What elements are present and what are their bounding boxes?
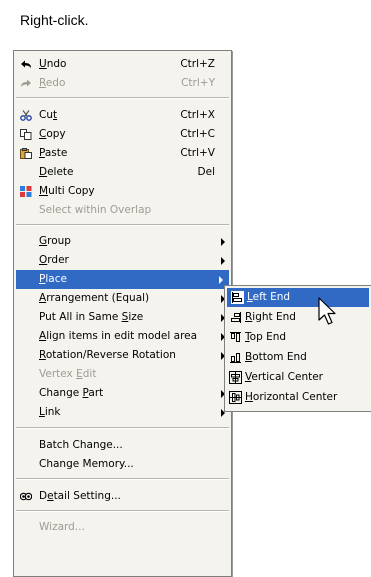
instruction-caption: Right-click. [20, 12, 89, 28]
right-end-icon [231, 312, 241, 323]
submenu-arrow-icon [221, 238, 225, 246]
undo-icon [21, 60, 31, 68]
shortcut-text: Ctrl+Z [180, 58, 215, 70]
horizontal-center-icon [229, 391, 242, 404]
menu-separator [16, 510, 229, 512]
scissors-icon [20, 110, 32, 121]
submenu-arrow-icon [221, 257, 225, 265]
menu-item-order[interactable]: Order [14, 251, 231, 270]
menu-item-copy[interactable]: Copy Ctrl+C [14, 125, 231, 144]
multi-copy-icon [20, 186, 32, 197]
menu-item-change-part[interactable]: Change Part [14, 384, 231, 403]
submenu-item-horizontal-center[interactable]: Horizontal Center [225, 388, 371, 407]
left-end-icon [231, 291, 244, 304]
submenu-item-vertical-center[interactable]: Vertical Center [225, 368, 371, 387]
menu-item-select-within-overlap[interactable]: Select within Overlap [14, 201, 231, 220]
menu-item-change-memory[interactable]: Change Memory... [14, 455, 231, 474]
menu-separator [16, 97, 229, 99]
menu-item-cut[interactable]: Cut Ctrl+X [14, 106, 231, 125]
copy-icon [20, 129, 32, 140]
redo-icon [21, 79, 31, 87]
detail-setting-icon [20, 492, 32, 501]
menu-item-link[interactable]: Link [14, 403, 231, 422]
menu-item-redo[interactable]: Redo Ctrl+Y [14, 74, 231, 93]
mouse-cursor-icon [318, 297, 336, 325]
menu-item-undo[interactable]: Undo Ctrl+Z [14, 55, 231, 74]
menu-item-align-items[interactable]: Align items in edit model area [14, 327, 231, 346]
menu-item-wizard[interactable]: Wizard... [14, 518, 231, 537]
menu-item-rotation[interactable]: Rotation/Reverse Rotation [14, 346, 231, 365]
shortcut-text: Ctrl+C [180, 128, 215, 140]
place-submenu: Left End Right End Top End Bottom End Ve… [224, 285, 371, 412]
menu-item-multi-copy[interactable]: Multi Copy [14, 182, 231, 201]
submenu-item-right-end[interactable]: Right End [225, 308, 371, 327]
shortcut-text: Ctrl+Y [181, 77, 215, 89]
menu-separator [16, 224, 229, 226]
bottom-end-icon [230, 353, 241, 363]
menu-item-vertex-edit[interactable]: Vertex Edit [14, 365, 231, 384]
paste-icon [20, 148, 32, 159]
context-menu: Undo Ctrl+Z Redo Ctrl+Y Cut Ctrl+X Copy … [13, 50, 232, 577]
menu-separator [16, 478, 229, 480]
menu-item-batch-change[interactable]: Batch Change... [14, 436, 231, 455]
menu-item-paste[interactable]: Paste Ctrl+V [14, 144, 231, 163]
shortcut-text: Ctrl+X [180, 109, 215, 121]
top-end-icon [230, 332, 241, 342]
shortcut-text: Del [197, 166, 215, 178]
menu-item-group[interactable]: Group [14, 232, 231, 251]
menu-separator [16, 427, 229, 429]
menu-item-place[interactable]: Place [16, 270, 229, 289]
menu-item-delete[interactable]: Delete Del [14, 163, 231, 182]
shortcut-text: Ctrl+V [180, 147, 215, 159]
menu-item-detail-setting[interactable]: Detail Setting... [14, 487, 231, 506]
vertical-center-icon [229, 371, 242, 384]
submenu-item-left-end[interactable]: Left End [227, 288, 369, 307]
submenu-item-bottom-end[interactable]: Bottom End [225, 348, 371, 367]
submenu-arrow-icon [219, 276, 223, 284]
menu-item-arrangement-equal[interactable]: Arrangement (Equal) [14, 289, 231, 308]
menu-item-put-all-same-size[interactable]: Put All in Same Size [14, 308, 231, 327]
submenu-item-top-end[interactable]: Top End [225, 328, 371, 347]
